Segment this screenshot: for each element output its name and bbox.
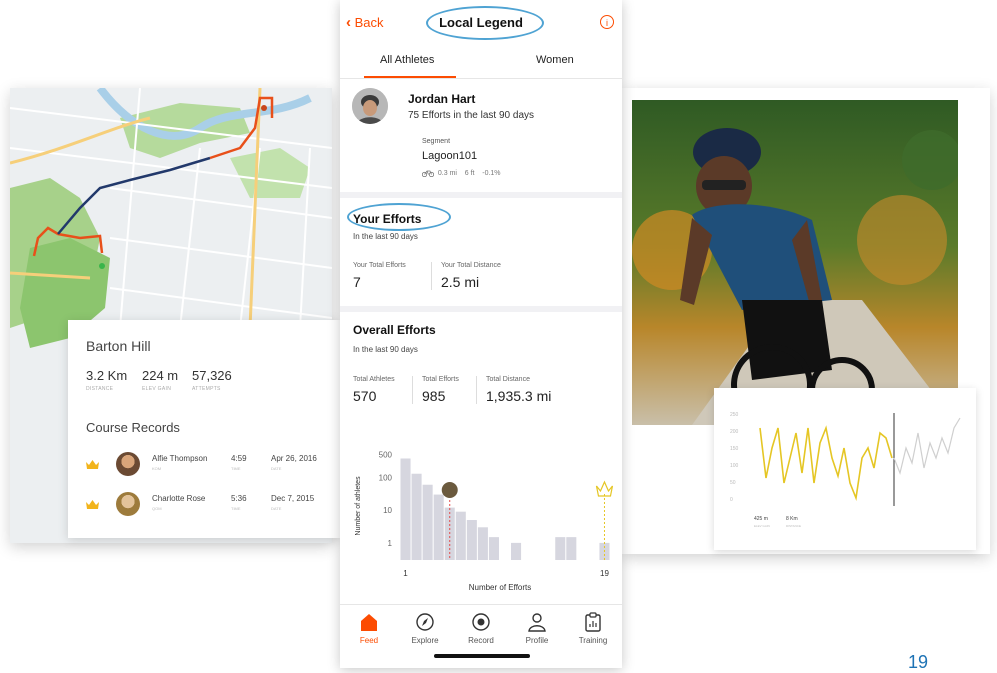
distance-stat: 3.2 Km DISTANCE: [86, 368, 128, 392]
x-tick-label: 19: [600, 569, 609, 578]
segment-name[interactable]: Lagoon101: [422, 150, 477, 162]
svg-text:8 Km: 8 Km: [786, 516, 798, 522]
section-divider: [340, 192, 622, 198]
overall-efforts-subtitle: In the last 90 days: [353, 345, 418, 354]
svg-text:250: 250: [730, 412, 739, 418]
athlete-efforts: 75 Efforts in the last 90 days: [408, 110, 535, 121]
tab-women[interactable]: Women: [536, 54, 574, 66]
metric-value: 2.5 mi: [441, 274, 480, 290]
local-legend-crown-icon: [595, 480, 614, 497]
segment-info-card: Barton Hill 3.2 Km DISTANCE 224 m ELEV G…: [68, 320, 340, 538]
metric-value: 1,935.3 mi: [486, 388, 552, 404]
home-indicator: [434, 654, 530, 658]
svg-text:ELEV GAIN: ELEV GAIN: [754, 524, 770, 528]
y-tick-label: 1: [388, 539, 393, 548]
metric-value: 570: [353, 388, 377, 404]
histogram-bar: [411, 473, 422, 560]
your-efforts-subtitle: In the last 90 days: [353, 232, 418, 241]
clipboard-icon: [585, 612, 601, 632]
your-efforts-title: Your Efforts: [353, 212, 422, 226]
svg-text:50: 50: [730, 480, 736, 486]
compass-icon: [416, 613, 434, 631]
phone-screen: ‹ Back Local Legend i All Athletes Women…: [340, 0, 622, 668]
svg-text:DISTANCE: DISTANCE: [786, 524, 801, 528]
info-icon[interactable]: i: [600, 15, 614, 29]
cyclist-photo: [632, 100, 958, 425]
histogram-bar: [566, 537, 577, 560]
crown-icon: [86, 460, 99, 469]
elev-gain-stat: 224 m ELEV GAIN: [142, 368, 179, 392]
tab-profile[interactable]: Profile: [512, 611, 562, 645]
metric-label: Total Efforts: [422, 376, 459, 383]
elevation-chart: 250 200 150 100 50 0 425 m ELEV GAIN 8 K…: [730, 412, 961, 528]
crown-icon: [86, 500, 99, 509]
person-icon: [528, 613, 546, 632]
histogram-bar: [400, 458, 411, 560]
avatar[interactable]: [352, 88, 388, 124]
segment-stats: 0.3 mi 6 ft -0.1%: [422, 169, 501, 177]
y-axis-label: Number of athletes: [355, 476, 362, 536]
segment-name: Barton Hill: [86, 338, 151, 354]
divider: [431, 262, 432, 290]
divider: [476, 376, 477, 404]
y-tick-label: 10: [383, 506, 392, 515]
histogram-bar: [466, 520, 477, 560]
metric-value: 985: [422, 388, 446, 404]
histogram-bar: [455, 511, 466, 560]
y-tick-label: 100: [379, 473, 393, 482]
attempts-stat: 57,326 ATTEMPTS: [192, 368, 232, 392]
page-number: 19: [908, 652, 929, 672]
histogram-bar: [433, 494, 444, 560]
your-avatar-marker: [441, 482, 458, 498]
histogram-bar: [488, 537, 499, 560]
svg-text:150: 150: [730, 446, 739, 452]
metric-label: Total Athletes: [353, 376, 395, 383]
svg-text:425 m: 425 m: [754, 516, 768, 522]
overall-efforts-title: Overall Efforts: [353, 323, 436, 337]
avatar: [116, 452, 140, 476]
nav-bar: ‹ Back Local Legend i: [340, 0, 622, 44]
histogram-bar: [422, 484, 433, 560]
home-icon: [361, 614, 377, 631]
svg-text:200: 200: [730, 429, 739, 435]
tab-feed[interactable]: Feed: [344, 611, 394, 645]
record-row: Charlotte Rose QOM 5:36 TIME Dec 7, 2015…: [86, 492, 326, 522]
page-title: Local Legend: [439, 15, 523, 30]
tab-record[interactable]: Record: [456, 611, 506, 645]
metric-label: Total Distance: [486, 376, 530, 383]
svg-text:0: 0: [730, 497, 733, 503]
metric-label: Your Total Distance: [441, 262, 501, 269]
y-tick-label: 500: [379, 451, 393, 460]
x-axis-label: Number of Efforts: [469, 583, 532, 592]
histogram-bar: [555, 537, 566, 560]
tab-training[interactable]: Training: [568, 611, 618, 645]
histogram-bar: [477, 527, 488, 560]
avatar: [116, 492, 140, 516]
record-row: Alfie Thompson KOM 4:59 TIME Apr 26, 201…: [86, 452, 326, 482]
efforts-histogram: 500 100 10 1 1 19 Number of Efforts Number of a…: [355, 451, 614, 592]
tab-explore[interactable]: Explore: [400, 611, 450, 645]
tab-bar-top: All Athletes Women: [340, 44, 622, 79]
course-records-title: Course Records: [86, 420, 180, 435]
segment-label: Segment: [422, 138, 451, 145]
metric-value: 7: [353, 274, 361, 290]
x-tick-label: 1: [403, 569, 408, 578]
athlete-name[interactable]: Jordan Hart: [408, 92, 475, 106]
svg-text:100: 100: [730, 463, 739, 469]
section-divider: [340, 306, 622, 312]
active-tab-indicator: [364, 76, 456, 78]
record-icon: [472, 613, 490, 631]
tab-all-athletes[interactable]: All Athletes: [380, 54, 434, 66]
divider: [412, 376, 413, 404]
histogram-bar: [511, 542, 522, 560]
elevation-card: 250 200 150 100 50 0 425 m ELEV GAIN 8 K…: [714, 388, 976, 550]
metric-label: Your Total Efforts: [353, 262, 406, 269]
bottom-tab-bar: Feed Explore Record Profile Training: [340, 604, 622, 668]
bike-icon: [422, 170, 434, 177]
